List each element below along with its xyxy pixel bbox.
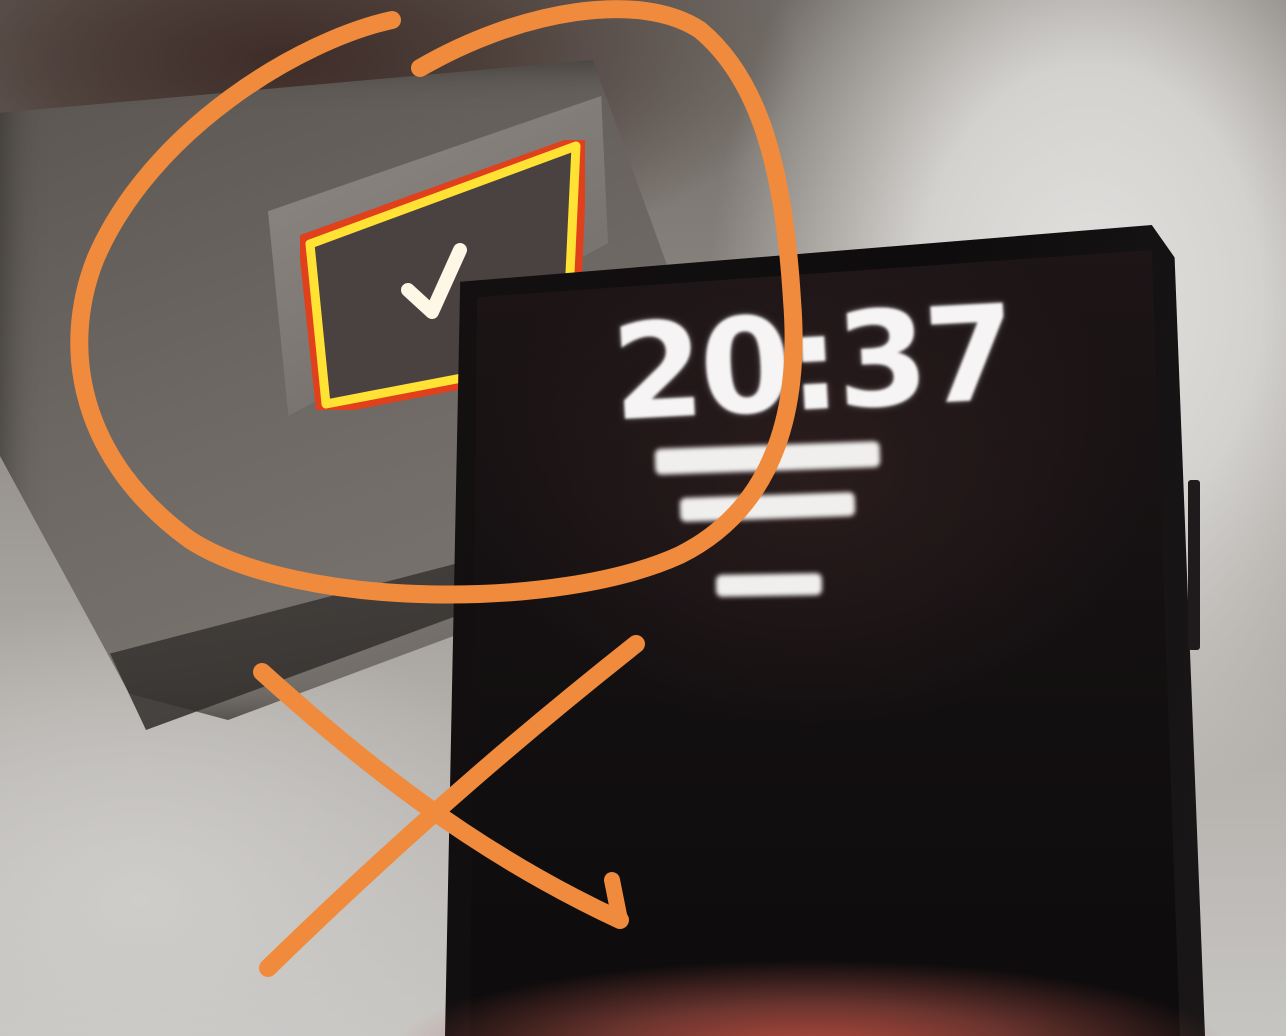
annotation-x-stroke-2 (259, 635, 645, 977)
annotation-circle (70, 0, 803, 604)
annotation-overlay (70, 0, 803, 977)
annotation-x-stroke-1-tail (604, 872, 628, 928)
photo: 20:37 (0, 0, 1286, 1036)
